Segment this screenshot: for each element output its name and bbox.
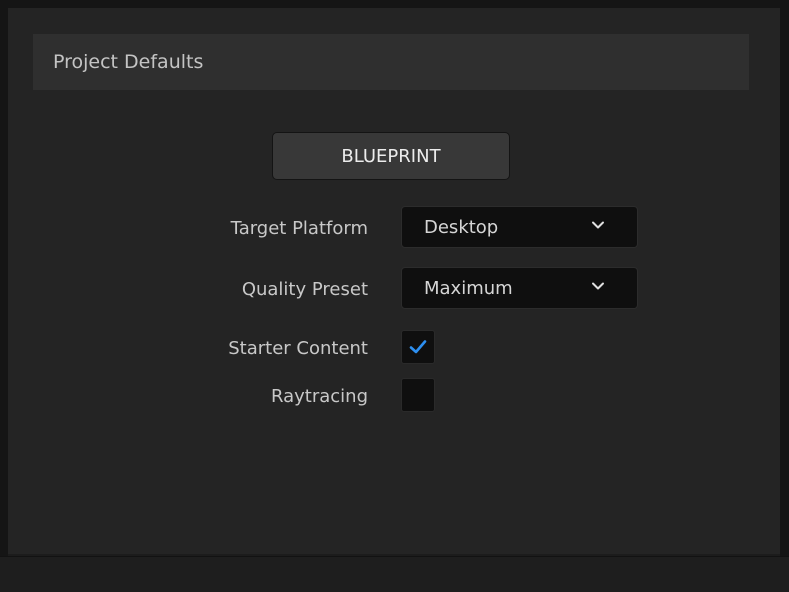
right-border: [780, 0, 789, 592]
blueprint-button[interactable]: BLUEPRINT: [272, 132, 510, 180]
starter-content-row: Starter Content: [8, 326, 780, 370]
target-platform-dropdown[interactable]: Desktop: [401, 206, 638, 248]
project-defaults-window: Project Defaults BLUEPRINT Target Platfo…: [0, 0, 789, 592]
target-platform-label: Target Platform: [230, 217, 368, 239]
raytracing-label: Raytracing: [270, 385, 368, 407]
section-title: Project Defaults: [53, 51, 204, 73]
quality-preset-label: Quality Preset: [241, 278, 368, 300]
target-platform-value: Desktop: [424, 216, 499, 238]
blueprint-button-label: BLUEPRINT: [341, 145, 441, 167]
checkmark-icon: [409, 340, 427, 354]
left-border: [0, 0, 8, 592]
target-platform-row: Target Platform Desktop: [8, 206, 780, 250]
raytracing-checkbox[interactable]: [401, 378, 435, 412]
top-border: [0, 0, 789, 8]
quality-preset-value: Maximum: [424, 277, 513, 299]
starter-content-checkbox[interactable]: [401, 330, 435, 364]
raytracing-row: Raytracing: [8, 374, 780, 418]
starter-content-label: Starter Content: [228, 337, 368, 359]
bottom-bar: [0, 556, 789, 592]
project-defaults-panel: Project Defaults BLUEPRINT Target Platfo…: [8, 8, 780, 554]
quality-preset-dropdown[interactable]: Maximum: [401, 267, 638, 309]
section-header: Project Defaults: [33, 34, 749, 90]
quality-preset-row: Quality Preset Maximum: [8, 267, 780, 311]
chevron-down-icon: [592, 221, 604, 229]
chevron-down-icon: [592, 282, 604, 290]
